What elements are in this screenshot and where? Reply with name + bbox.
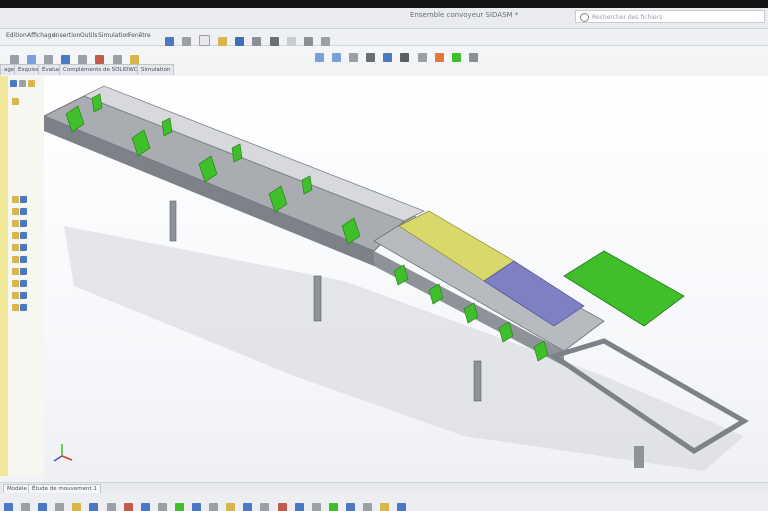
menu-insertion[interactable]: Insertion: [54, 32, 80, 39]
tool-icon[interactable]: [55, 503, 65, 511]
tool-icon[interactable]: [174, 503, 184, 511]
tool-icon[interactable]: [328, 503, 338, 511]
tool-icon[interactable]: [277, 503, 287, 511]
tool-icon[interactable]: [209, 503, 219, 511]
tool-icon[interactable]: [106, 503, 116, 511]
part-icon[interactable]: [12, 98, 19, 105]
section-view-icon[interactable]: [366, 53, 376, 62]
zoom-to-fit-icon[interactable]: [315, 53, 324, 62]
menu-fenetre[interactable]: Fenêtre: [128, 32, 151, 39]
part-icon[interactable]: [12, 256, 19, 263]
tool-icon[interactable]: [38, 503, 48, 511]
config-tab-icon[interactable]: [28, 80, 35, 87]
part-icon[interactable]: [20, 220, 27, 227]
bottom-tab-bar: Modèle Étude de mouvement 1: [0, 482, 768, 494]
tool-icon[interactable]: [260, 503, 270, 511]
home-icon[interactable]: [182, 37, 192, 46]
tool-icon[interactable]: [157, 503, 167, 511]
tool-icon[interactable]: [89, 503, 99, 511]
undo-icon[interactable]: [269, 37, 279, 46]
part-icon[interactable]: [12, 292, 19, 299]
part-icon[interactable]: [20, 232, 27, 239]
part-icon[interactable]: [20, 292, 27, 299]
select-icon[interactable]: [286, 37, 296, 46]
zoom-area-icon[interactable]: [332, 53, 342, 62]
solidworks-window: Ensemble convoyeur SIDASM * Rechercher d…: [0, 8, 768, 511]
quick-access-toolbar: [165, 31, 333, 46]
tool-icon[interactable]: [140, 503, 150, 511]
tool-icon[interactable]: [397, 503, 407, 511]
previous-view-icon[interactable]: [349, 53, 359, 62]
save-icon[interactable]: [235, 37, 245, 46]
menu-outils[interactable]: Outils: [80, 32, 97, 39]
part-icon[interactable]: [12, 244, 19, 251]
title-bar: Ensemble convoyeur SIDASM * Rechercher d…: [0, 8, 768, 29]
feature-manager-tree: [0, 76, 45, 476]
part-icon[interactable]: [20, 244, 27, 251]
tool-icon[interactable]: [380, 503, 390, 511]
part-icon[interactable]: [12, 196, 19, 203]
open-folder-icon[interactable]: [218, 37, 228, 46]
tool-icon[interactable]: [21, 503, 31, 511]
display-style-icon[interactable]: [400, 53, 410, 62]
axis-triad: [53, 444, 73, 462]
tool-icon[interactable]: [345, 503, 355, 511]
tool-icon[interactable]: [226, 503, 236, 511]
part-icon[interactable]: [20, 256, 27, 263]
heads-up-view-toolbar: [315, 47, 481, 62]
document-title: Ensemble convoyeur SIDASM *: [410, 11, 519, 19]
print-icon[interactable]: [252, 37, 262, 46]
tool-icon[interactable]: [243, 503, 253, 511]
menu-edition[interactable]: Edition: [6, 32, 27, 39]
menu-bar: Edition Affichage Insertion Outils Simul…: [0, 29, 768, 46]
property-tab-icon[interactable]: [19, 80, 26, 87]
bottom-toolbar-icons: [4, 497, 409, 511]
menu-affichage[interactable]: Affichage: [27, 32, 55, 39]
command-tabs: age Esquisse Évaluer Compléments de SOLI…: [0, 63, 200, 75]
part-icon[interactable]: [12, 280, 19, 287]
tool-icon[interactable]: [311, 503, 321, 511]
part-icon[interactable]: [20, 304, 27, 311]
part-icon[interactable]: [12, 232, 19, 239]
tool-icon[interactable]: [294, 503, 304, 511]
search-icon: [580, 13, 589, 22]
part-icon[interactable]: [20, 208, 27, 215]
tool-icon[interactable]: [72, 503, 82, 511]
tool-icon[interactable]: [192, 503, 202, 511]
part-icon[interactable]: [12, 220, 19, 227]
part-icon[interactable]: [12, 268, 19, 275]
tab-simulation[interactable]: Simulation: [137, 64, 175, 75]
tool-icon[interactable]: [362, 503, 372, 511]
command-icons: [10, 49, 142, 64]
rebuild-icon[interactable]: [303, 37, 313, 46]
options-icon[interactable]: [320, 37, 330, 46]
search-placeholder: Rechercher des fichiers: [592, 14, 663, 21]
conveyor-assembly-model: [42, 85, 749, 471]
part-icon[interactable]: [20, 268, 27, 275]
view-orientation-icon[interactable]: [383, 53, 393, 62]
part-icon[interactable]: [20, 280, 27, 287]
tool-icon[interactable]: [4, 503, 13, 511]
part-icon[interactable]: [12, 304, 19, 311]
panel-splitter[interactable]: [0, 76, 8, 476]
appearance-icon[interactable]: [434, 53, 444, 62]
search-files-input[interactable]: Rechercher des fichiers: [575, 10, 765, 23]
pin-icon[interactable]: [165, 37, 174, 46]
part-icon[interactable]: [12, 208, 19, 215]
new-document-icon[interactable]: [199, 35, 211, 46]
graphics-area[interactable]: [42, 76, 768, 482]
part-icon[interactable]: [20, 196, 27, 203]
bottom-toolbar: [0, 493, 768, 511]
scene-icon[interactable]: [451, 53, 461, 62]
monitor-icon[interactable]: [468, 53, 478, 62]
model-shadow: [64, 226, 744, 471]
feature-tree-tab-icon[interactable]: [10, 80, 17, 87]
tool-icon[interactable]: [123, 503, 133, 511]
hide-show-icon[interactable]: [417, 53, 427, 62]
base-foot: [634, 446, 644, 468]
menu-simulation[interactable]: Simulation: [98, 32, 130, 39]
